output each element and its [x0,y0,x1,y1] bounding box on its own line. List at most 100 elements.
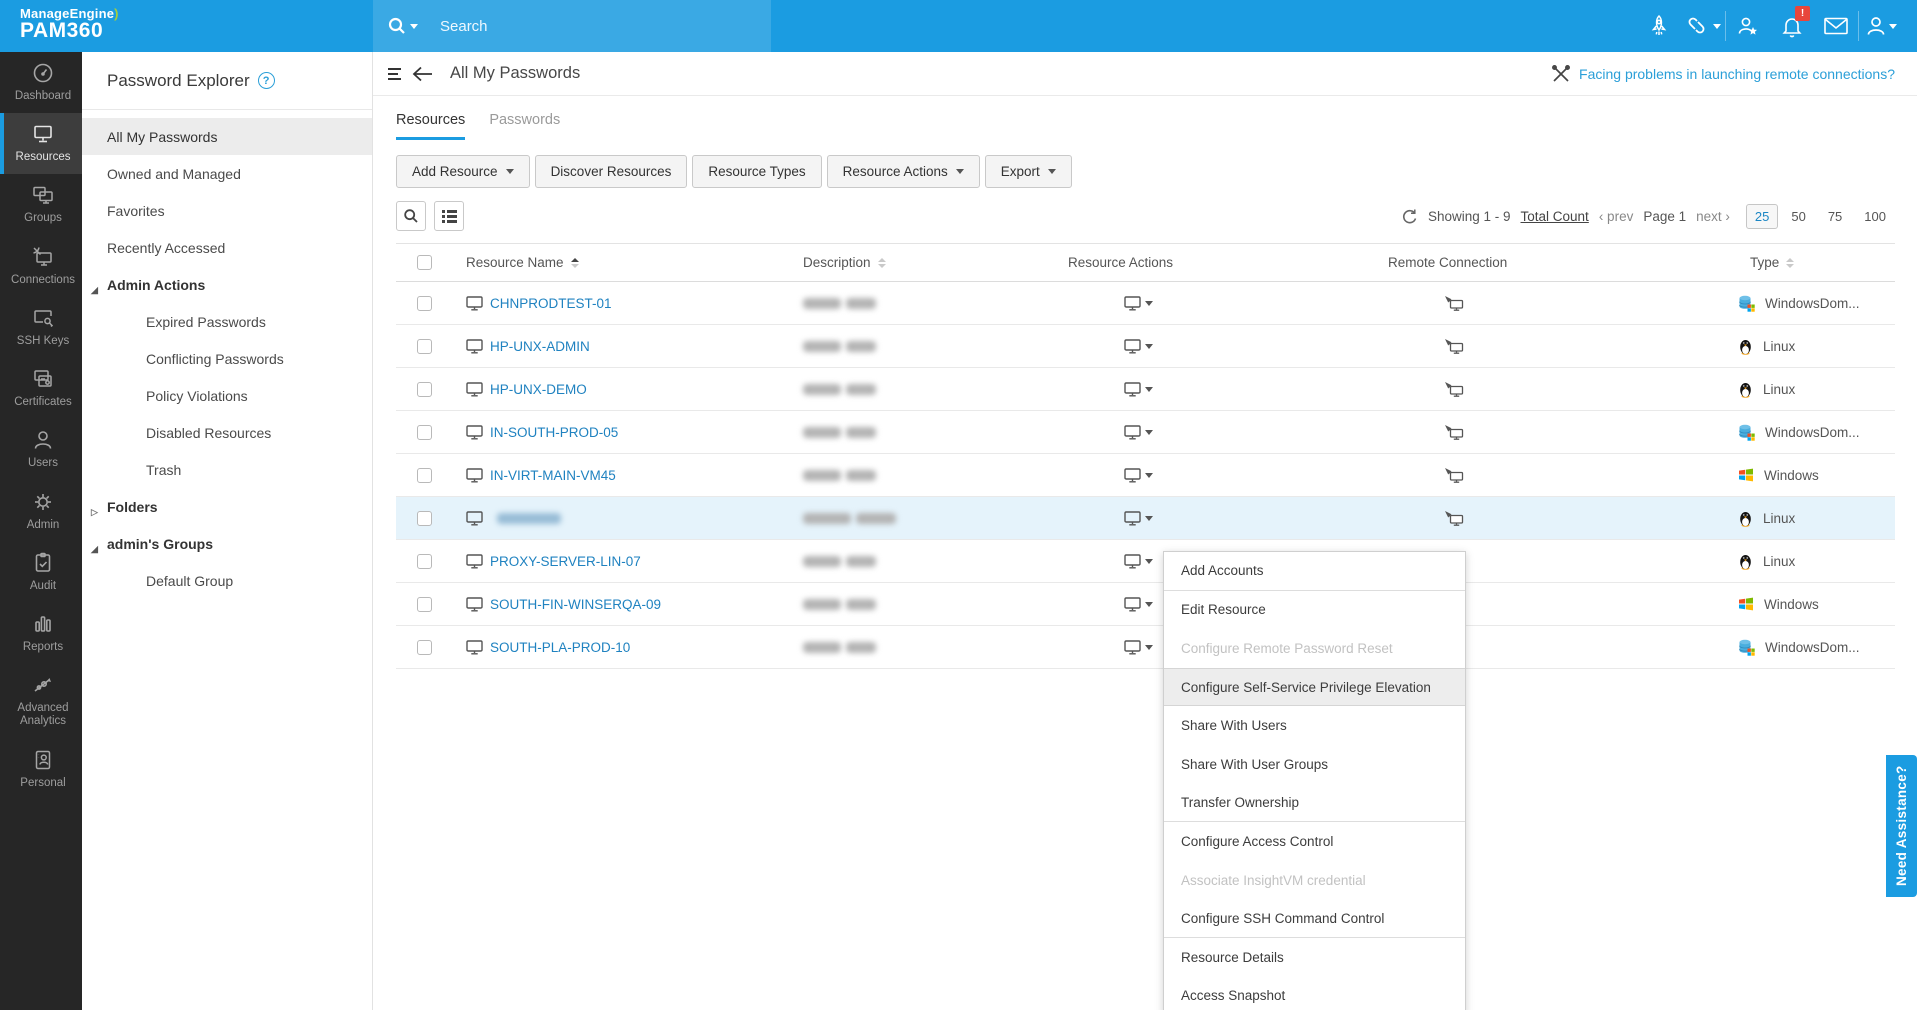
select-all-checkbox[interactable] [417,255,432,270]
row-checkbox[interactable] [417,510,432,526]
explorer-tree-item[interactable]: All My Passwords [82,118,372,155]
remote-connection-button[interactable] [1378,338,1730,354]
resource-actions-menu-button[interactable] [1058,467,1378,483]
next-page-button[interactable]: next › [1696,209,1730,224]
table-row[interactable]: HP-UNX-DEMO Linux [396,368,1895,411]
help-icon[interactable]: ? [257,72,275,89]
total-count-link[interactable]: Total Count [1521,209,1589,224]
context-menu-item[interactable]: Configure Self-Service Privilege Elevati… [1164,667,1465,707]
sort-icon[interactable] [1786,257,1795,268]
page-size-option[interactable]: 50 [1782,204,1814,229]
context-menu-item[interactable]: Configure SSH Command Control [1164,899,1465,938]
quick-links-icon[interactable] [1681,0,1725,52]
explorer-tree-item[interactable]: Recently Accessed [82,229,372,266]
remote-connection-help-link[interactable]: Facing problems in launching remote conn… [1551,64,1895,84]
resource-name-link[interactable]: IN-VIRT-MAIN-VM45 [490,468,616,483]
user-favorites-icon[interactable] [1726,0,1770,52]
table-search-button[interactable] [396,201,426,231]
row-checkbox[interactable] [417,295,432,311]
sidebar-item[interactable]: Resources [0,113,82,175]
sidebar-item[interactable]: Users [0,419,82,480]
context-menu-item[interactable]: Configure Access Control [1164,822,1465,861]
resource-actions-menu-button[interactable] [1058,381,1378,397]
sidebar-item[interactable]: Reports [0,603,82,664]
table-row[interactable]: SOUTH-PLA-PROD-10 WindowsDom... [396,626,1895,669]
notifications-bell-icon[interactable]: ! [1770,0,1814,52]
page-size-option[interactable]: 25 [1745,203,1779,229]
row-checkbox[interactable] [417,338,432,354]
sidebar-item[interactable]: Certificates [0,358,82,419]
back-arrow-icon[interactable] [412,66,434,82]
table-row[interactable]: IN-VIRT-MAIN-VM45 Windows [396,454,1895,497]
sort-icon[interactable] [877,257,886,268]
context-menu-item[interactable]: Resource Details [1164,938,1465,977]
row-checkbox[interactable] [417,467,432,483]
resource-name-link[interactable]: SOUTH-PLA-PROD-10 [490,640,630,655]
resource-name-link[interactable]: HP-UNX-ADMIN [490,339,590,354]
collapsed-triangle-icon[interactable]: ▷ [91,507,98,518]
resource-actions-button[interactable]: Resource Actions [826,155,980,188]
context-menu-item[interactable]: Add Accounts [1164,552,1465,591]
whats-new-rocket-icon[interactable] [1637,0,1681,52]
page-size-option[interactable]: 75 [1819,204,1851,229]
resource-actions-menu-button[interactable] [1058,338,1378,354]
remote-connection-button[interactable] [1378,381,1730,397]
table-row[interactable]: HP-UNX-ADMIN Linux [396,325,1895,368]
resource-actions-menu-button[interactable] [1058,424,1378,440]
context-menu-item[interactable]: Associate InsightVM credential [1164,861,1465,900]
context-menu-item[interactable]: Share With User Groups [1164,745,1465,784]
refresh-icon[interactable] [1401,208,1418,225]
row-checkbox[interactable] [417,553,432,569]
explorer-tree-item[interactable]: ▷ Folders [82,488,372,525]
resource-actions-menu-button[interactable] [1058,295,1378,311]
explorer-tree-item[interactable]: Trash [82,451,372,488]
resource-name-link[interactable]: HP-UNX-DEMO [490,382,587,397]
remote-connection-button[interactable] [1378,467,1730,483]
sort-icon[interactable] [570,257,579,268]
explorer-tree-item[interactable]: Expired Passwords [82,303,372,340]
global-search-input[interactable]: Search [373,0,771,52]
column-description[interactable]: Description [790,255,1058,270]
discover-resources-button[interactable]: Discover Resources [534,155,688,188]
context-menu-item[interactable]: Access Snapshot [1164,977,1465,1010]
expanded-triangle-icon[interactable]: ◢ [91,285,98,296]
sidebar-item[interactable]: Advanced Analytics [0,664,82,738]
context-menu-item[interactable]: Transfer Ownership [1164,784,1465,823]
collapse-menu-icon[interactable] [387,67,404,81]
column-resource-name[interactable]: Resource Name [456,255,790,270]
resource-types-button[interactable]: Resource Types [692,155,822,188]
explorer-tree-item[interactable]: Favorites [82,192,372,229]
prev-page-button[interactable]: ‹ prev [1599,209,1634,224]
remote-connection-button[interactable] [1378,510,1730,526]
remote-connection-button[interactable] [1378,295,1730,311]
explorer-tree-item[interactable]: Disabled Resources [82,414,372,451]
remote-connection-button[interactable] [1378,424,1730,440]
explorer-tree-item[interactable]: Owned and Managed [82,155,372,192]
context-menu-item[interactable]: Edit Resource [1164,591,1465,630]
resource-name-link[interactable]: PROXY-SERVER-LIN-07 [490,554,641,569]
table-row[interactable]: SOUTH-FIN-WINSERQA-09 Windows [396,583,1895,626]
mail-icon[interactable] [1814,0,1858,52]
sidebar-item[interactable]: Audit [0,542,82,603]
sidebar-item[interactable]: Groups [0,174,82,235]
explorer-tree-item[interactable]: ◢ Admin Actions [82,266,372,303]
sidebar-item[interactable]: Admin [0,481,82,542]
account-caret-icon[interactable] [1889,23,1897,29]
table-row[interactable]: IN-SOUTH-PROD-05 WindowsDom... [396,411,1895,454]
resource-actions-menu-button[interactable] [1058,510,1378,526]
row-checkbox[interactable] [417,424,432,440]
explorer-tree-item[interactable]: Conflicting Passwords [82,340,372,377]
search-icon[interactable] [387,16,418,36]
quick-links-caret-icon[interactable] [1712,23,1721,29]
page-size-option[interactable]: 100 [1855,204,1895,229]
brand-logo[interactable]: ManageEngine) PAM360 [0,0,373,52]
row-checkbox[interactable] [417,596,432,612]
explorer-tree-item[interactable]: Policy Violations [82,377,372,414]
sidebar-item[interactable]: SSH Keys [0,297,82,358]
tab-passwords[interactable]: Passwords [489,112,560,140]
sidebar-item[interactable]: Dashboard [0,52,82,113]
explorer-tree-item[interactable]: Default Group [82,562,372,599]
table-row[interactable]: PROXY-SERVER-LIN-07 Linux [396,540,1895,583]
explorer-tree-item[interactable]: ◢ admin's Groups [82,525,372,562]
table-row[interactable]: CHNPRODTEST-01 WindowsDom... [396,282,1895,325]
